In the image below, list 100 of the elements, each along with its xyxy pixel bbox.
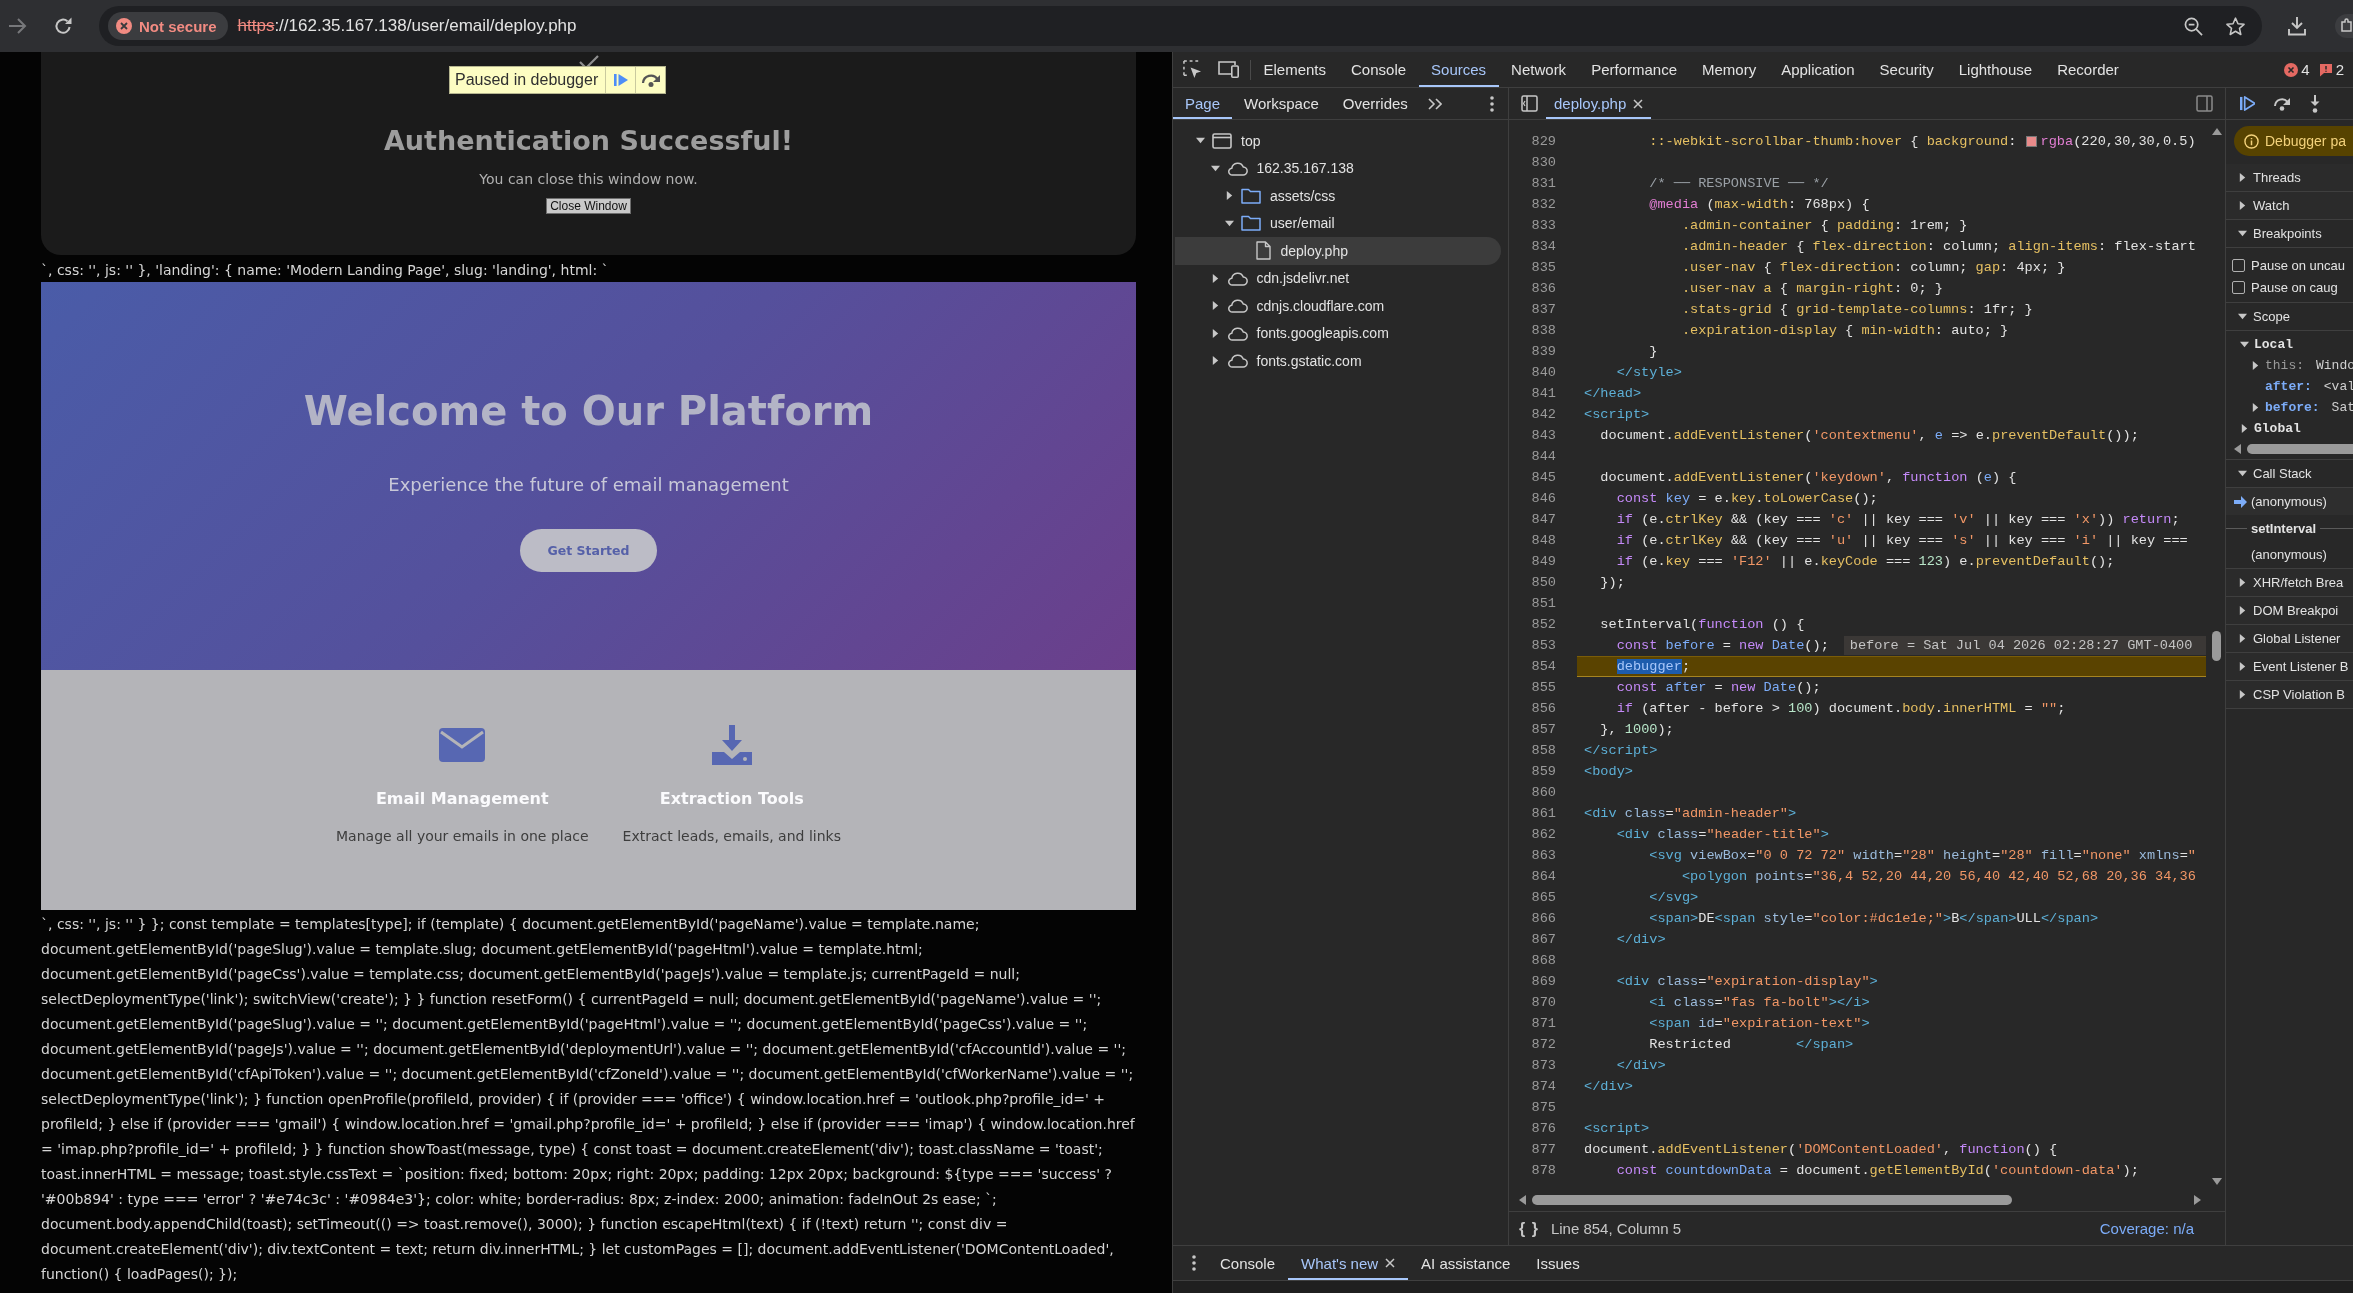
feature-description: Manage all your emails in one place	[336, 827, 589, 846]
panel-tab[interactable]: Security	[1867, 52, 1947, 87]
scroll-up-icon[interactable]	[2212, 128, 2222, 135]
color-swatch-icon[interactable]	[2025, 135, 2037, 147]
panel-tab[interactable]: Recorder	[2044, 52, 2132, 87]
section-header[interactable]: Scope	[2226, 303, 2353, 331]
caret-icon[interactable]	[1210, 356, 1220, 366]
forward-arrow-icon[interactable]	[9, 18, 27, 34]
caret-icon[interactable]	[2238, 662, 2247, 671]
caret-icon[interactable]	[2238, 690, 2247, 699]
caret-icon[interactable]	[2251, 403, 2260, 412]
tree-item[interactable]: cdn.jsdelivr.net	[1175, 264, 1501, 292]
caret-icon[interactable]	[1225, 191, 1234, 201]
banner-text: Debugger pa	[2265, 133, 2346, 149]
tree-item[interactable]: fonts.googleapis.com	[1175, 319, 1501, 347]
close-icon[interactable]	[1385, 1258, 1396, 1268]
caret-icon[interactable]	[2251, 361, 2260, 370]
section-header[interactable]: Breakpoints	[2226, 220, 2353, 248]
tree-item[interactable]: fonts.gstatic.com	[1175, 347, 1501, 375]
caret-icon[interactable]	[2238, 634, 2247, 643]
security-chip[interactable]: Not secure	[108, 12, 228, 40]
caret-icon[interactable]	[2238, 469, 2247, 478]
drawer-tab[interactable]: Console	[1207, 1246, 1289, 1280]
sidebar-toggle-icon[interactable]	[2196, 95, 2213, 112]
more-options-icon[interactable]	[1490, 95, 1494, 112]
drawer-tab[interactable]: Issues	[1523, 1246, 1593, 1280]
panel-tab[interactable]: Console	[1338, 52, 1419, 87]
drawer-tab[interactable]: What's new	[1288, 1246, 1409, 1280]
issue-counter[interactable]: 2	[2318, 61, 2344, 78]
device-toolbar-icon[interactable]	[1217, 61, 1239, 78]
panel-tab[interactable]: Sources	[1418, 52, 1499, 87]
scroll-down-icon[interactable]	[2212, 1178, 2222, 1185]
caret-icon[interactable]	[1210, 163, 1220, 173]
navigator-tab[interactable]: Overrides	[1330, 88, 1420, 119]
scrollbar-thumb[interactable]	[1532, 1195, 2012, 1205]
navigator-tab[interactable]: Workspace	[1232, 88, 1331, 119]
code-text: <script>	[1584, 1119, 1650, 1138]
coverage-link[interactable]: Coverage: n/a	[2099, 1220, 2194, 1237]
code-text: .expiration-display { min-width: auto; }	[1681, 321, 2009, 340]
scroll-left-icon[interactable]	[1519, 1195, 1526, 1205]
step-into-icon[interactable]	[2309, 94, 2321, 113]
code-text: .admin-container { padding: 1rem; }	[1681, 216, 1968, 235]
step-over-icon[interactable]	[2273, 96, 2291, 111]
panel-tab[interactable]: Lighthouse	[1946, 52, 2045, 87]
caret-icon[interactable]	[2238, 606, 2247, 615]
caret-icon[interactable]	[2240, 340, 2249, 349]
drawer-tab[interactable]: AI assistance	[1408, 1246, 1524, 1280]
close-window-button[interactable]: Close Window	[546, 198, 631, 214]
scope-item[interactable]: Global	[2226, 418, 2353, 439]
close-icon[interactable]	[1633, 98, 1644, 109]
caret-icon[interactable]	[1210, 273, 1220, 283]
tree-item[interactable]: cdnjs.cloudflare.com	[1175, 292, 1501, 320]
caret-icon[interactable]	[1196, 136, 1205, 146]
checkbox[interactable]	[2232, 280, 2245, 294]
pretty-print-button[interactable]: { }	[1519, 1219, 1539, 1238]
tree-item[interactable]: deploy.php	[1175, 237, 1501, 265]
navigator-tab[interactable]: Page	[1173, 88, 1233, 119]
tree-item[interactable]: 162.35.167.138	[1175, 154, 1501, 182]
tree-item[interactable]: top	[1175, 127, 1501, 155]
sidebar-toggle-icon[interactable]	[1521, 95, 1538, 112]
caret-icon[interactable]	[1225, 218, 1234, 228]
file-tab[interactable]: deploy.php	[1546, 88, 1652, 119]
scrollbar-thumb[interactable]	[2247, 444, 2353, 454]
address-bar[interactable]: Not secure https://162.35.167.138/user/email/deploy.php	[99, 6, 2262, 46]
reload-icon[interactable]	[54, 17, 72, 35]
panel-tab[interactable]: Elements	[1251, 52, 1339, 87]
call-frame[interactable]: (anonymous)	[2226, 541, 2353, 568]
call-frame[interactable]: (anonymous)	[2226, 488, 2353, 515]
inspect-element-icon[interactable]	[1183, 60, 1202, 79]
scroll-right-icon[interactable]	[2194, 1195, 2201, 1205]
caret-icon[interactable]	[2238, 578, 2247, 587]
code-text: <polygon points="36,4 52,20 44,20 56,40 42,40 52,68 20,36 34,36	[1681, 867, 2196, 886]
download-icon[interactable]	[2287, 16, 2307, 36]
scrollbar-thumb[interactable]	[2212, 631, 2221, 661]
panel-tab[interactable]: Memory	[1689, 52, 1769, 87]
error-counter[interactable]: 4	[2284, 61, 2310, 78]
caret-icon[interactable]	[1210, 301, 1220, 311]
caret-icon[interactable]	[1210, 328, 1220, 338]
panel-tab[interactable]: Network	[1498, 52, 1579, 87]
tree-item[interactable]: assets/css	[1175, 182, 1501, 210]
checkbox-label: Pause on caug	[2251, 279, 2338, 295]
extensions-icon[interactable]	[2335, 14, 2353, 38]
checkbox[interactable]	[2232, 258, 2245, 272]
caret-icon[interactable]	[2238, 312, 2247, 321]
tree-item[interactable]: user/email	[1175, 209, 1501, 237]
caret-icon[interactable]	[2240, 424, 2249, 433]
scope-item[interactable]: Local	[2226, 334, 2353, 355]
scope-variable[interactable]: before: Sat	[2226, 397, 2353, 418]
star-icon[interactable]	[2226, 16, 2245, 36]
caret-icon[interactable]	[2238, 201, 2247, 210]
more-options-icon[interactable]	[1192, 1255, 1196, 1271]
scroll-left-icon[interactable]	[2234, 444, 2241, 454]
resume-icon[interactable]	[2240, 96, 2255, 111]
caret-icon[interactable]	[2238, 229, 2247, 238]
caret-icon[interactable]	[2238, 173, 2247, 182]
more-tabs-icon[interactable]	[1427, 97, 1442, 110]
zoom-icon[interactable]	[2184, 16, 2203, 36]
panel-tab[interactable]: Application	[1768, 52, 1868, 87]
code-text: const after = new Date();	[1616, 678, 1821, 697]
panel-tab[interactable]: Performance	[1578, 52, 1690, 87]
